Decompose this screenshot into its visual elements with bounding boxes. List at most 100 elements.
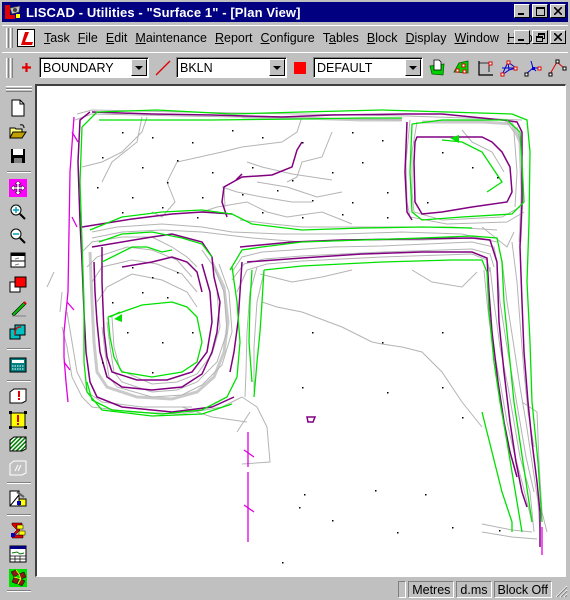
survey-point [127, 332, 129, 334]
menubar-grip[interactable] [6, 27, 9, 48]
code-toolbar: BOUNDARY BKLN DEFAULT [2, 52, 568, 82]
profile-table-icon[interactable] [8, 544, 28, 564]
steep-band [88, 251, 230, 401]
triangle-network-icon[interactable] [498, 57, 520, 79]
radial-points-icon[interactable] [522, 57, 544, 79]
plan-view-canvas[interactable] [35, 84, 566, 577]
maximize-button[interactable] [532, 4, 548, 18]
menu-bar: Task File Edit Maintenance Report Config… [2, 25, 568, 49]
hatch-icon[interactable] [8, 434, 28, 454]
left-toolbar-separator [7, 482, 31, 484]
layer-color-icon[interactable] [8, 274, 28, 294]
warning-outline-icon[interactable] [8, 386, 28, 406]
contour-line [151, 116, 303, 218]
survey-point [192, 142, 194, 144]
survey-point [142, 167, 144, 169]
point-code-select[interactable]: BOUNDARY [39, 57, 149, 78]
survey-point [132, 197, 134, 199]
survey-point [387, 392, 389, 394]
property-tool-icon[interactable] [8, 488, 28, 508]
open-folder-icon[interactable] [8, 122, 28, 142]
survey-point [352, 202, 354, 204]
line-code-dropdown-button[interactable] [269, 59, 285, 76]
layer-color-swatch[interactable] [291, 57, 309, 79]
zoom-out-icon[interactable] [8, 226, 28, 246]
survey-point [299, 507, 301, 509]
status-units: Metres [408, 581, 455, 598]
survey-point [97, 187, 99, 189]
boundary-lines [63, 116, 543, 555]
breakline [481, 411, 513, 532]
survey-point [167, 182, 169, 184]
menu-configure-rest: onfigure [269, 30, 315, 45]
axis-icon[interactable] [474, 57, 496, 79]
calculator-icon[interactable] [8, 355, 28, 375]
child-minimize-button[interactable] [514, 30, 530, 44]
survey-point [342, 214, 344, 216]
survey-point [162, 207, 164, 209]
survey-point [302, 142, 304, 144]
contour-line [221, 186, 312, 203]
size-grip-icon[interactable] [554, 584, 568, 598]
survey-point [177, 272, 179, 274]
line-code-select[interactable]: BKLN [176, 57, 287, 78]
menu-edit[interactable]: Edit [102, 31, 132, 45]
survey-point [232, 130, 234, 132]
menu-tables[interactable]: Tables [319, 31, 363, 45]
toolbar-grip[interactable] [6, 57, 9, 78]
survey-point [302, 217, 304, 219]
new-surface-icon[interactable] [426, 57, 448, 79]
pan-icon[interactable] [8, 178, 28, 198]
point-cross-icon[interactable] [19, 57, 33, 79]
survey-point [427, 202, 429, 204]
survey-point [262, 137, 264, 139]
warning-yellow-icon[interactable] [8, 410, 28, 430]
survey-point [332, 172, 334, 174]
save-disk-icon[interactable] [8, 146, 28, 166]
menu-window[interactable]: Window [450, 31, 502, 45]
point-code-dropdown-button[interactable] [131, 59, 147, 76]
window-split-icon[interactable] [8, 250, 28, 270]
major-contour [239, 237, 528, 508]
menu-configure[interactable]: Configure [257, 31, 319, 45]
new-file-icon[interactable] [8, 98, 28, 118]
survey-points [97, 130, 501, 564]
menu-display-rest: isplay [414, 30, 447, 45]
menu-block-rest: lock [375, 30, 398, 45]
polyline-icon[interactable] [546, 57, 568, 79]
close-icon [554, 33, 562, 41]
menu-report[interactable]: Report [211, 31, 257, 45]
menu-file[interactable]: File [74, 31, 102, 45]
menu-maintenance[interactable]: Maintenance [131, 31, 211, 45]
major-contours [77, 111, 541, 547]
survey-point [312, 332, 314, 334]
close-button[interactable] [550, 4, 566, 18]
minimize-button[interactable] [514, 4, 530, 18]
pencil-icon[interactable] [8, 298, 28, 318]
liscad-app-icon[interactable] [4, 4, 22, 20]
breakline [253, 269, 265, 398]
menu-block[interactable]: Block [363, 31, 402, 45]
survey-point [122, 132, 124, 134]
menu-display[interactable]: Display [401, 31, 450, 45]
copy-rotate-icon[interactable] [8, 322, 28, 342]
survey-point [177, 160, 179, 162]
line-icon[interactable] [153, 57, 173, 79]
survey-point [362, 162, 364, 164]
breakline [409, 119, 525, 221]
zoom-in-icon[interactable] [8, 202, 28, 222]
survey-point [352, 132, 354, 134]
liscad-logo-icon[interactable] [17, 28, 35, 47]
menu-task[interactable]: Task [40, 31, 74, 45]
child-restore-button[interactable] [532, 30, 548, 44]
surface-points-icon[interactable] [450, 57, 472, 79]
breakline [107, 301, 203, 378]
survey-point [152, 137, 154, 139]
survey-point [102, 157, 104, 159]
layer-dropdown-button[interactable] [405, 59, 421, 76]
layer-select[interactable]: DEFAULT [313, 57, 423, 78]
code-list-icon[interactable] [8, 520, 28, 540]
child-close-button[interactable] [550, 30, 566, 44]
survey-point [262, 212, 264, 214]
survey-point [387, 192, 389, 194]
